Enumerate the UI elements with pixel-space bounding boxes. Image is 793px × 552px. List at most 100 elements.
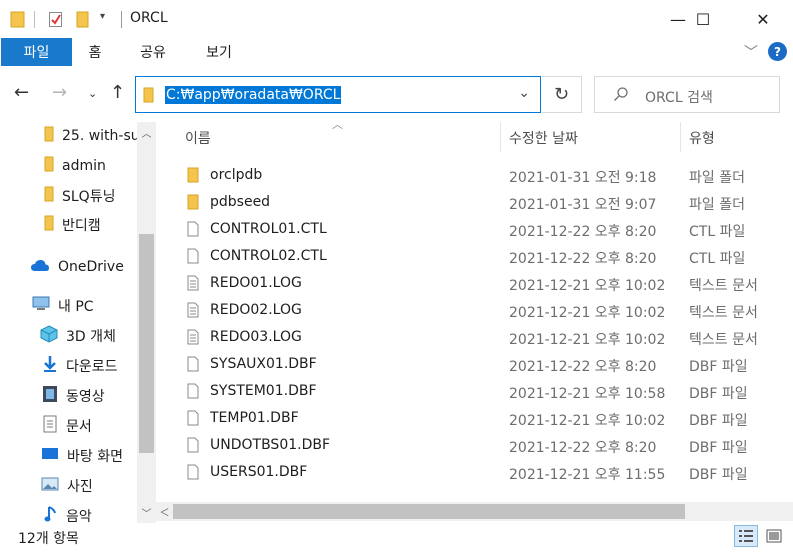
sidebar-item-label: admin (62, 158, 106, 174)
tab-view[interactable]: 보기 (196, 38, 242, 66)
text-file-icon (187, 302, 199, 322)
separator (121, 11, 122, 28)
file-icon (187, 383, 199, 403)
file-row[interactable]: SYSTEM01.DBF 2021-12-21 오후 10:58 DBF 파일 (156, 378, 793, 405)
folder-icon (44, 156, 54, 176)
sidebar-item-pictures[interactable]: 사진 (0, 472, 137, 500)
status-bar: 12개 항목 (0, 523, 793, 552)
3d-objects-icon (40, 325, 58, 347)
maximize-button[interactable]: ☐ (680, 0, 726, 38)
file-name: CONTROL02.CTL (210, 248, 327, 264)
file-type: CTL 파일 (689, 251, 746, 267)
file-type: DBF 파일 (689, 386, 748, 402)
scroll-down-icon[interactable]: ﹀ (137, 504, 156, 521)
file-type: 텍스트 문서 (689, 332, 758, 348)
tab-file[interactable]: 파일 (1, 38, 72, 66)
folder-icon (44, 215, 54, 235)
sidebar-item-videos[interactable]: 동영상 (0, 382, 137, 410)
forward-arrow-icon[interactable]: → (52, 82, 67, 103)
file-date: 2021-12-21 오후 10:02 (509, 413, 666, 429)
download-icon (42, 355, 58, 377)
folder-icon (44, 186, 54, 206)
file-date: 2021-12-21 오후 11:55 (509, 467, 666, 483)
pictures-icon (41, 476, 59, 496)
horizontal-scrollbar-thumb[interactable] (173, 504, 685, 519)
file-type: DBF 파일 (689, 440, 748, 456)
close-button[interactable]: ✕ (740, 0, 786, 38)
file-row[interactable]: REDO02.LOG 2021-12-21 오후 10:02 텍스트 문서 (156, 297, 793, 324)
refresh-button[interactable]: ↻ (542, 76, 582, 113)
file-row[interactable]: REDO03.LOG 2021-12-21 오후 10:02 텍스트 문서 (156, 324, 793, 351)
help-button[interactable]: ? (768, 42, 787, 61)
file-date: 2021-12-21 오후 10:58 (509, 386, 666, 402)
music-icon (44, 505, 58, 523)
address-bar[interactable]: C:₩app₩oradata₩ORCL ⌄ (135, 76, 541, 113)
up-arrow-icon[interactable]: ↑ (110, 82, 125, 103)
folder-icon (187, 167, 199, 187)
text-file-icon (187, 329, 199, 349)
large-icons-view-button[interactable] (762, 525, 786, 547)
file-row[interactable]: UNDOTBS01.DBF 2021-12-22 오후 8:20 DBF 파일 (156, 432, 793, 459)
file-name: USERS01.DBF (210, 464, 308, 480)
desktop-icon (41, 446, 59, 466)
file-name: pdbseed (210, 194, 271, 210)
address-dropdown-chevron-icon[interactable]: ⌄ (518, 85, 530, 101)
tab-share[interactable]: 공유 (130, 38, 176, 66)
sidebar-item-slq-tuning[interactable]: SLQ튜닝 (0, 182, 137, 210)
sidebar-item-label: 다운로드 (66, 359, 118, 375)
folder-icon (44, 126, 54, 146)
recent-locations-chevron-icon[interactable]: ⌄ (88, 87, 97, 100)
customize-quick-access-icon[interactable]: ▾ (100, 11, 105, 22)
sidebar-item-3d-objects[interactable]: 3D 개체 (0, 322, 137, 350)
column-divider[interactable] (680, 122, 681, 152)
file-row[interactable]: pdbseed 2021-01-31 오전 9:07 파일 폴더 (156, 189, 793, 216)
sidebar-item-music[interactable]: 음악 (0, 502, 137, 523)
properties-icon[interactable] (48, 10, 64, 32)
address-path[interactable]: C:₩app₩oradata₩ORCL (165, 86, 342, 104)
file-row[interactable]: REDO01.LOG 2021-12-21 오후 10:02 텍스트 문서 (156, 270, 793, 297)
sidebar-item-25-with-su[interactable]: 25. with-su (0, 122, 137, 150)
column-type[interactable]: 유형 (689, 128, 715, 148)
sidebar-item-desktop[interactable]: 바탕 화면 (0, 442, 137, 470)
sidebar-scrollbar[interactable]: ︿ ﹀ (137, 122, 156, 523)
sidebar-scrollbar-thumb[interactable] (139, 234, 154, 453)
sidebar-item-label: 동영상 (66, 389, 105, 405)
sidebar-item-label: 반디캠 (62, 218, 101, 234)
sidebar-item-label: 내 PC (58, 299, 94, 315)
search-icon (613, 86, 629, 106)
details-view-button[interactable] (734, 525, 758, 547)
file-row[interactable]: SYSAUX01.DBF 2021-12-22 오후 8:20 DBF 파일 (156, 351, 793, 378)
file-type: 텍스트 문서 (689, 305, 758, 321)
file-date: 2021-12-22 오후 8:20 (509, 359, 657, 375)
column-date-modified[interactable]: 수정한 날짜 (509, 128, 578, 148)
file-row[interactable]: orclpdb 2021-01-31 오전 9:18 파일 폴더 (156, 162, 793, 189)
column-name[interactable]: 이름 (185, 128, 211, 148)
file-date: 2021-12-22 오후 8:20 (509, 224, 657, 240)
column-header: ︿ 이름 수정한 날짜 유형 (156, 118, 793, 152)
scroll-left-icon[interactable]: ＜ (156, 502, 173, 521)
expand-ribbon-icon[interactable]: ﹀ (744, 42, 758, 62)
file-row[interactable]: TEMP01.DBF 2021-12-21 오후 10:02 DBF 파일 (156, 405, 793, 432)
file-icon (187, 410, 199, 430)
sidebar-item-documents[interactable]: 문서 (0, 412, 137, 440)
scroll-up-icon[interactable]: ︿ (137, 124, 156, 141)
file-type: 파일 폴더 (689, 197, 745, 213)
sidebar-item-label: 사진 (67, 479, 93, 495)
file-row[interactable]: CONTROL02.CTL 2021-12-22 오후 8:20 CTL 파일 (156, 243, 793, 270)
sidebar-item-admin[interactable]: admin (0, 152, 137, 180)
sidebar-item-onedrive[interactable]: OneDrive (0, 253, 137, 281)
file-row[interactable]: CONTROL01.CTL 2021-12-22 오후 8:20 CTL 파일 (156, 216, 793, 243)
file-row[interactable]: USERS01.DBF 2021-12-21 오후 11:55 DBF 파일 (156, 459, 793, 486)
sidebar-item-bandicam[interactable]: 반디캠 (0, 211, 137, 239)
file-name: SYSAUX01.DBF (210, 356, 317, 372)
new-folder-icon[interactable] (76, 10, 90, 32)
tab-home[interactable]: 홈 (80, 38, 110, 66)
item-count: 12개 항목 (18, 531, 79, 547)
sidebar-item-this-pc[interactable]: 내 PC (0, 292, 137, 320)
column-divider[interactable] (500, 122, 501, 152)
search-input[interactable]: ORCL 검색 (594, 76, 780, 113)
back-arrow-icon[interactable]: ← (14, 82, 29, 103)
horizontal-scrollbar[interactable]: ＜ (156, 502, 793, 521)
file-icon (187, 437, 199, 457)
sidebar-item-downloads[interactable]: 다운로드 (0, 352, 137, 380)
